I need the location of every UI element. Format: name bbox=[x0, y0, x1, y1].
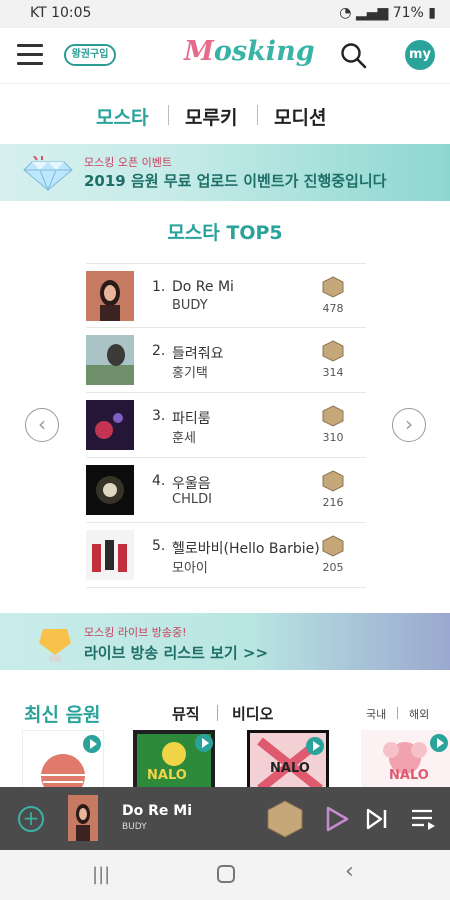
region-domestic[interactable]: 국내 bbox=[366, 706, 386, 722]
album-thumbnail bbox=[86, 530, 134, 580]
song-title: Do Re Mi bbox=[172, 279, 234, 295]
recent-apps-icon[interactable]: ||| bbox=[92, 864, 110, 885]
list-item[interactable]: 3. 파티룸 훈세 310 bbox=[86, 393, 366, 458]
back-icon[interactable]: ‹ bbox=[345, 859, 354, 884]
lightbulb-icon bbox=[39, 629, 71, 662]
app-header: 왕권구입 Mosking my bbox=[0, 28, 450, 84]
album-card[interactable]: NALO bbox=[133, 730, 215, 790]
song-title: 헬로바비(Hello Barbie) bbox=[172, 541, 320, 557]
vote-count: 310 bbox=[322, 431, 344, 444]
crown-badge-icon bbox=[322, 405, 344, 427]
tab-mostar[interactable]: 모스타 bbox=[96, 103, 148, 130]
status-battery: ◔ ▂▄▆ 71% ▮ bbox=[339, 5, 436, 21]
artist-name: BUDY bbox=[172, 298, 208, 313]
skip-next-icon[interactable] bbox=[365, 807, 389, 831]
latest-section: 최신 음원 뮤직 비디오 국내 해외 NALO NALO NALO bbox=[0, 700, 450, 790]
tab-modition[interactable]: 모디션 bbox=[274, 103, 326, 130]
play-icon[interactable] bbox=[306, 737, 324, 755]
album-thumbnail bbox=[86, 465, 134, 515]
top5-title: 모스타 TOP5 bbox=[167, 222, 283, 244]
category-tabs: 모스타 모루키 모디션 bbox=[0, 95, 450, 135]
artist-name: 훈세 bbox=[172, 431, 196, 446]
event-banner-title: 2019 음원 무료 업로드 이벤트가 진행중입니다 bbox=[84, 172, 387, 190]
play-icon[interactable] bbox=[430, 734, 448, 752]
live-banner[interactable]: 모스킹 라이브 방송중! 라이브 방송 리스트 보기 >> bbox=[0, 613, 450, 670]
event-banner[interactable]: 모스킹 오픈 이벤트 2019 음원 무료 업로드 이벤트가 진행중입니다 bbox=[0, 144, 450, 201]
my-page-button[interactable]: my bbox=[405, 40, 435, 70]
now-playing-artist: BUDY bbox=[122, 822, 147, 832]
menu-icon[interactable] bbox=[17, 44, 43, 66]
crown-badge-icon bbox=[322, 470, 344, 492]
event-banner-subtitle: 모스킹 오픈 이벤트 bbox=[84, 156, 172, 169]
diamond-icon bbox=[23, 156, 73, 192]
status-time: KT 10:05 bbox=[30, 5, 92, 21]
list-item[interactable]: 2. 들려줘요 홍기택 314 bbox=[86, 328, 366, 393]
wifi-icon: ◔ ▂▄▆ bbox=[339, 5, 393, 21]
add-icon[interactable]: + bbox=[18, 806, 44, 832]
album-card[interactable]: NALO bbox=[361, 730, 450, 790]
tab-video[interactable]: 비디오 bbox=[232, 703, 273, 724]
latest-title: 최신 음원 bbox=[24, 704, 101, 726]
crown-badge-icon bbox=[322, 276, 344, 298]
mini-player: + Do Re Mi BUDY bbox=[0, 787, 450, 850]
album-thumbnail bbox=[86, 271, 134, 321]
status-bar: KT 10:05 ◔ ▂▄▆ 71% ▮ bbox=[0, 0, 450, 28]
live-banner-title: 라이브 방송 리스트 보기 >> bbox=[84, 644, 269, 662]
song-title: 파티룸 bbox=[172, 411, 211, 427]
crown-badge-icon bbox=[322, 340, 344, 362]
song-title: 우울음 bbox=[172, 476, 211, 492]
crown-badge-icon bbox=[322, 535, 344, 557]
song-title: 들려줘요 bbox=[172, 346, 224, 362]
app-logo[interactable]: Mosking bbox=[184, 36, 315, 67]
region-foreign[interactable]: 해외 bbox=[409, 706, 429, 722]
artist-name: 모아이 bbox=[172, 561, 208, 576]
live-banner-subtitle: 모스킹 라이브 방송중! bbox=[84, 626, 187, 639]
crown-badge-icon[interactable] bbox=[265, 799, 305, 839]
tab-music[interactable]: 뮤직 bbox=[172, 703, 200, 724]
list-item[interactable]: 5. 헬로바비(Hello Barbie) 모아이 205 bbox=[86, 523, 366, 588]
vote-count: 216 bbox=[322, 496, 344, 509]
now-playing-title: Do Re Mi bbox=[122, 803, 192, 819]
play-icon[interactable] bbox=[83, 735, 101, 753]
artist-name: CHLDI bbox=[172, 492, 212, 507]
vote-count: 478 bbox=[322, 302, 344, 315]
vote-count: 205 bbox=[322, 561, 344, 574]
top5-list: 1. Do Re Mi BUDY 478 2. 들려줘요 홍기택 314 3. … bbox=[86, 263, 366, 588]
next-arrow-icon[interactable]: › bbox=[392, 408, 426, 442]
album-card[interactable]: NALO bbox=[247, 730, 329, 790]
list-item[interactable]: 1. Do Re Mi BUDY 478 bbox=[86, 263, 366, 328]
tab-morookie[interactable]: 모루키 bbox=[185, 103, 237, 130]
artist-name: 홍기택 bbox=[172, 366, 208, 381]
list-item[interactable]: 4. 우울음 CHLDI 216 bbox=[86, 458, 366, 523]
now-playing-thumbnail[interactable] bbox=[68, 795, 98, 841]
vote-count: 314 bbox=[322, 366, 344, 379]
home-icon[interactable] bbox=[217, 865, 235, 883]
album-card[interactable] bbox=[22, 730, 104, 790]
voucher-purchase-button[interactable]: 왕권구입 bbox=[64, 44, 116, 66]
search-icon[interactable] bbox=[340, 42, 368, 70]
play-icon[interactable] bbox=[325, 806, 349, 832]
battery-icon: ▮ bbox=[428, 5, 436, 21]
prev-arrow-icon[interactable]: ‹ bbox=[25, 408, 59, 442]
album-thumbnail bbox=[86, 335, 134, 385]
system-nav-bar: ||| ‹ bbox=[0, 850, 450, 900]
playlist-icon[interactable] bbox=[410, 807, 436, 831]
play-icon[interactable] bbox=[195, 734, 213, 752]
album-thumbnail bbox=[86, 400, 134, 450]
